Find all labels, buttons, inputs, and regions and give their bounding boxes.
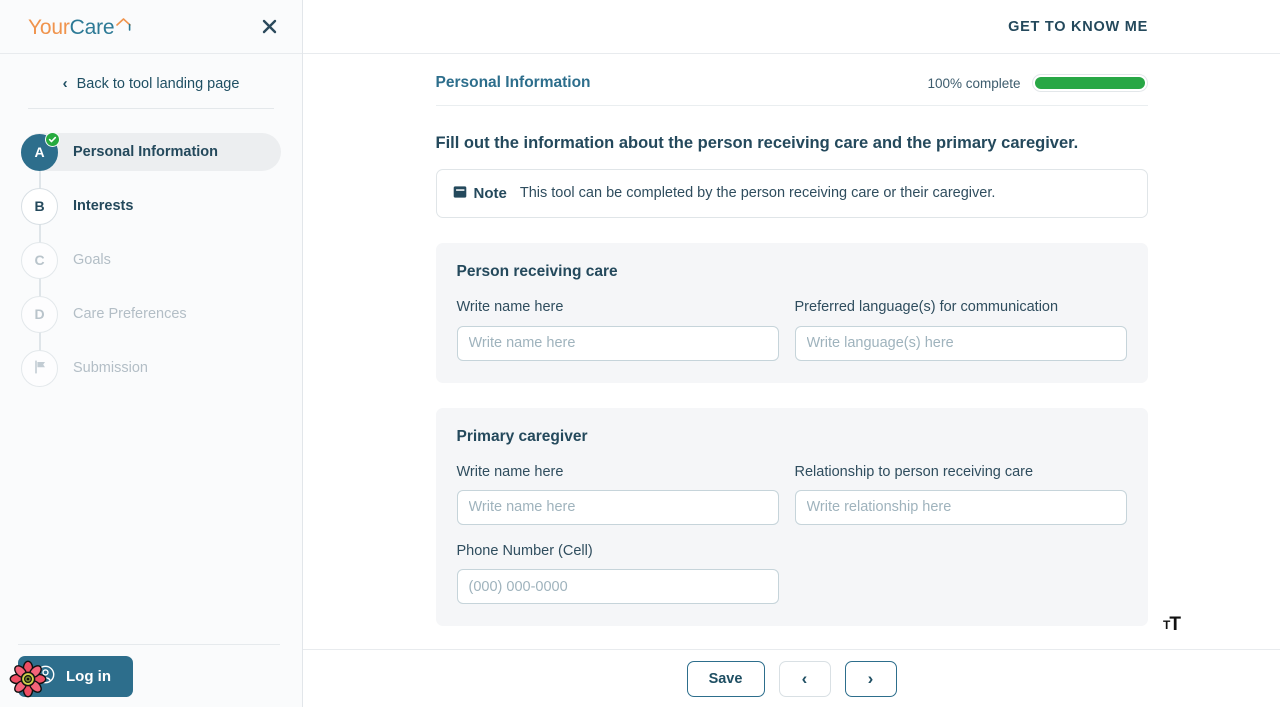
- chevron-left-icon: ‹: [62, 75, 68, 92]
- step-circle-submission: [21, 349, 58, 387]
- field-label-caregiver-phone: Phone Number (Cell): [456, 542, 593, 559]
- person-language-input[interactable]: [794, 325, 1127, 361]
- back-link-label: Back to tool landing page: [76, 76, 240, 92]
- check-badge-icon: [45, 131, 60, 147]
- step-key-a: A: [34, 144, 45, 160]
- step-navigation: A Personal Information B Interests C Goa…: [0, 109, 302, 395]
- caregiver-relationship-input[interactable]: [794, 489, 1127, 525]
- caregiver-name-input[interactable]: [456, 489, 779, 525]
- sidebar-item-care-preferences: D Care Preferences: [0, 287, 302, 341]
- form-container: Personal Information 100% complete Fill …: [435, 54, 1148, 627]
- app-root: YourCare ‹ Back to tool landing page A: [0, 0, 1280, 707]
- step-key-b: B: [34, 198, 45, 214]
- text-size-big-t: T: [1169, 614, 1181, 635]
- field-row: Phone Number (Cell): [456, 542, 1127, 605]
- login-button-label: Log in: [66, 668, 111, 685]
- sidebar-item-submission: Submission: [0, 341, 302, 395]
- next-step-button[interactable]: ›: [844, 660, 897, 697]
- step-circle-b: B: [21, 187, 58, 225]
- field-row: Write name here Relationship to person r…: [456, 463, 1127, 525]
- sidebar-footer-divider: [18, 644, 280, 645]
- sidebar-item-personal-information[interactable]: A Personal Information: [0, 125, 302, 179]
- field-caregiver-relationship: Relationship to person receiving care: [794, 463, 1127, 525]
- close-icon[interactable]: [256, 14, 282, 40]
- card-title-person-receiving-care: Person receiving care: [456, 263, 618, 281]
- brand-name-part2: Care: [69, 16, 115, 39]
- text-size-icon[interactable]: TT: [1152, 605, 1192, 645]
- sidebar-item-label-care-preferences: Care Preferences: [73, 306, 187, 322]
- note-label: Note: [473, 185, 507, 203]
- main-content: GET TO KNOW ME Personal Information 100%…: [303, 0, 1280, 707]
- field-label-person-name: Write name here: [456, 299, 564, 316]
- step-circle-d: D: [21, 295, 58, 333]
- field-label-caregiver-relationship: Relationship to person receiving care: [794, 463, 1034, 480]
- sidebar-item-label-goals: Goals: [73, 252, 111, 268]
- note-callout: Note This tool can be completed by the p…: [435, 169, 1148, 219]
- sidebar-header: Your Care: [0, 0, 302, 54]
- field-label-caregiver-name: Write name here: [456, 463, 564, 480]
- main-header: GET TO KNOW ME: [303, 0, 1280, 54]
- sidebar-item-label-personal-information: Personal Information: [73, 144, 219, 160]
- step-key-c: C: [34, 252, 45, 268]
- brand-logo[interactable]: Your Care: [28, 15, 132, 38]
- page-title: GET TO KNOW ME: [1008, 18, 1148, 35]
- person-name-input[interactable]: [456, 325, 779, 361]
- section-title: Personal Information: [435, 74, 591, 91]
- card-primary-caregiver: Primary caregiver Write name here Relati…: [435, 407, 1148, 627]
- save-button[interactable]: Save: [686, 660, 765, 697]
- progress-track: [1031, 74, 1148, 92]
- step-circle-c: C: [21, 241, 58, 279]
- field-person-name: Write name here: [456, 299, 779, 361]
- field-spacer: [795, 543, 1127, 604]
- sidebar-item-interests[interactable]: B Interests: [0, 179, 302, 233]
- login-button[interactable]: Log in: [18, 656, 133, 697]
- field-label-person-language: Preferred language(s) for communication: [794, 299, 1059, 316]
- step-key-d: D: [34, 306, 45, 322]
- instruction-text: Fill out the information about the perso…: [435, 134, 1079, 152]
- sidebar-item-label-interests: Interests: [73, 198, 134, 214]
- sidebar-item-goals: C Goals: [0, 233, 302, 287]
- progress-fill: [1034, 77, 1145, 89]
- card-person-receiving-care: Person receiving care Write name here Pr…: [435, 243, 1148, 383]
- note-text: This tool can be completed by the person…: [519, 185, 996, 202]
- previous-step-button[interactable]: ‹: [778, 660, 831, 697]
- caregiver-phone-input[interactable]: [456, 569, 779, 605]
- sidebar: YourCare ‹ Back to tool landing page A: [0, 0, 303, 707]
- form-scroll-area: Personal Information 100% complete Fill …: [303, 54, 1280, 649]
- brand-name-part1: Your: [28, 16, 70, 39]
- field-row: Write name here Preferred language(s) fo…: [456, 299, 1127, 361]
- progress-indicator: 100% complete: [927, 74, 1148, 92]
- step-circle-a: A: [21, 131, 60, 171]
- note-icon: [453, 185, 467, 203]
- card-title-primary-caregiver: Primary caregiver: [456, 427, 588, 445]
- section-header: Personal Information 100% complete: [435, 62, 1148, 106]
- field-caregiver-phone: Phone Number (Cell): [456, 542, 779, 605]
- note-label-group: Note: [453, 185, 507, 203]
- house-roof-icon: [115, 15, 132, 36]
- flag-icon: [32, 359, 48, 378]
- field-caregiver-name: Write name here: [456, 463, 779, 525]
- back-to-landing-link[interactable]: ‹ Back to tool landing page: [0, 62, 302, 106]
- progress-label: 100% complete: [927, 75, 1021, 91]
- field-person-language: Preferred language(s) for communication: [794, 299, 1127, 361]
- form-footer: Save ‹ ›: [303, 649, 1280, 707]
- sidebar-item-label-submission: Submission: [73, 360, 148, 376]
- user-circle-icon: [36, 665, 55, 688]
